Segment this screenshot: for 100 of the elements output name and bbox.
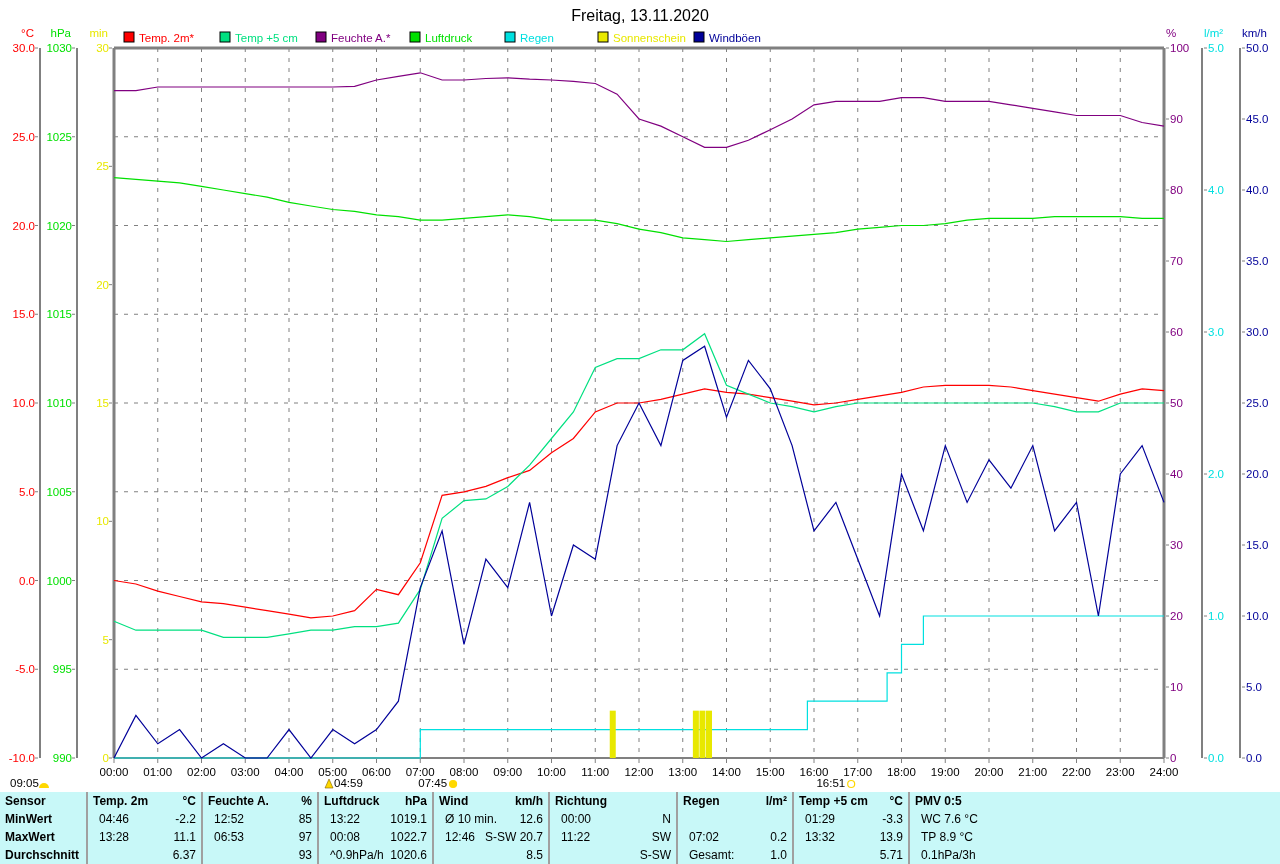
legend-label: Sonnenschein [613, 32, 686, 44]
unit-label: km/h [515, 793, 543, 810]
table-cell-text: TP 8.9 °C [920, 829, 973, 846]
axis-tick-label: 01:00 [143, 766, 173, 778]
table-cell-text: -3.3 [882, 811, 903, 828]
table-cell-text: ^0.9hPa/h [329, 847, 384, 864]
axis-tick-label: 90 [1170, 113, 1183, 125]
axis-tick-label: 5.0 [19, 485, 35, 498]
axis-tick-label: 17:00 [843, 766, 873, 778]
row-label: MinWert [5, 811, 53, 828]
axis-tick-label: 50.0 [1246, 42, 1269, 54]
axis-tick-label: 11:00 [581, 766, 610, 778]
axis-tick-label: 40.0 [1246, 184, 1269, 196]
table-cell-text: 12:52 [213, 811, 245, 828]
axis-tick-label: 5 [102, 633, 109, 646]
axis-tick-label: 50 [1170, 397, 1183, 409]
table-cell-text: 13:22 [329, 811, 361, 828]
table-cell-text: 07:02 [688, 829, 720, 846]
axis-tick-label: 1025 [46, 130, 72, 143]
table-cell-text: 1022.7 [390, 829, 427, 846]
table-cell-text: 00:08 [329, 829, 361, 846]
table-cell-text: 13:28 [98, 829, 130, 846]
axis-tick-label: 13:00 [668, 766, 698, 778]
legend-label: Feuchte A.* [331, 32, 391, 44]
table-cell-text: 1020.6 [390, 847, 427, 864]
table-cell-text: 0.2 [770, 829, 787, 846]
sunset-time: 16:51 [816, 777, 846, 789]
axis-tick-label: 22:00 [1062, 766, 1091, 778]
axis-tick-label: 4.0 [1208, 184, 1224, 196]
axis-tick-label: 0.0 [19, 574, 35, 587]
axis-tick-label: -10.0 [8, 752, 35, 764]
axis-tick-label: 12:00 [624, 766, 654, 778]
axis-tick-label: 0.0 [1208, 752, 1224, 764]
axis-tick-label: 40 [1170, 468, 1183, 480]
axis-tick-label: 15.0 [1246, 539, 1269, 551]
axis-tick-label: 2.0 [1208, 468, 1224, 480]
table-cell-text: S-SW [639, 847, 671, 864]
axis-tick-label: -5.0 [15, 663, 35, 676]
legend-label: Luftdruck [425, 32, 473, 44]
sun-icon [847, 779, 856, 789]
sun-icon [39, 783, 49, 788]
table-cell-text: 12:46 [444, 829, 476, 846]
axis-tick-label: 1000 [46, 574, 72, 587]
legend-label: Temp. 2m* [139, 32, 194, 44]
axis-tick-label: 5.0 [1246, 681, 1262, 693]
axis-tick-label: 1.0 [1208, 610, 1224, 622]
unit-label: % [1166, 27, 1177, 39]
table-cell-text: 12.6 [519, 811, 543, 828]
axis-tick-label: 05:00 [318, 766, 348, 778]
column-header: PMV 0:5 [915, 793, 962, 810]
axis-tick-label: 0 [1170, 752, 1177, 764]
axis-tick-label: 5.0 [1208, 42, 1224, 54]
axis-tick-label: 02:00 [187, 766, 216, 778]
axis-tick-label: 20 [96, 278, 109, 291]
table-cell-text: 1019.1 [390, 811, 427, 828]
table-cell-text: 13:32 [804, 829, 836, 846]
sunrise-time: 07:45 [418, 777, 448, 789]
axis-tick-label: 80 [1170, 184, 1183, 196]
table-cell-text: 00:00 [560, 811, 592, 828]
axis-tick-label: 06:00 [362, 766, 391, 778]
axis-tick-label: 15:00 [755, 766, 785, 778]
table-cell-text: S-SW 20.7 [484, 829, 543, 846]
axis-tick-label: 30 [96, 42, 109, 54]
axis-tick-label: 25 [96, 160, 109, 173]
unit-label: hPa [50, 27, 71, 39]
data-bar [609, 710, 616, 758]
axis-tick-label: 100 [1170, 42, 1190, 54]
table-cell-text: 97 [298, 829, 312, 846]
axis-tick-label: 70 [1170, 255, 1183, 267]
axis-tick-label: 15 [96, 397, 109, 409]
axis-tick-label: 08:00 [449, 766, 479, 778]
column-header: Temp. 2m [93, 793, 149, 810]
column-header: Richtung [555, 793, 607, 810]
axis-tick-label: 25.0 [1246, 397, 1269, 409]
unit-label: °C [21, 27, 34, 39]
axis-tick-label: 20.0 [1246, 468, 1269, 480]
table-cell-text: 5.71 [879, 847, 903, 864]
axis-tick-label: 15.0 [12, 308, 35, 321]
axis-tick-label: 1010 [46, 397, 72, 409]
axis-tick-label: 19:00 [930, 766, 960, 778]
row-label: Durchschnitt [5, 847, 79, 864]
table-cell-text: SW [651, 829, 671, 846]
axis-tick-label: 990 [52, 752, 72, 764]
unit-label: hPa [405, 793, 427, 810]
table-cell-text: 93 [298, 847, 312, 864]
axis-tick-label: 3.0 [1208, 326, 1224, 338]
axis-tick-label: 30.0 [1246, 326, 1269, 338]
axis-tick-label: 24:00 [1149, 766, 1179, 778]
axis-tick-label: 1015 [46, 308, 72, 321]
axis-tick-label: 35.0 [1246, 255, 1269, 267]
table-cell-text: -2.2 [175, 811, 196, 828]
legend-label: Windböen [709, 32, 761, 44]
axis-tick-label: 10 [1170, 681, 1183, 693]
table-cell-text: Gesamt: [688, 847, 735, 864]
day-length-label: 09:05 [10, 777, 39, 789]
axis-tick-label: 20.0 [12, 219, 35, 232]
axis-tick-label: 07:00 [405, 766, 435, 778]
axis-tick-label: 00:00 [99, 766, 129, 778]
table-cell-text: 04:46 [98, 811, 130, 828]
sun-icon [448, 779, 458, 789]
